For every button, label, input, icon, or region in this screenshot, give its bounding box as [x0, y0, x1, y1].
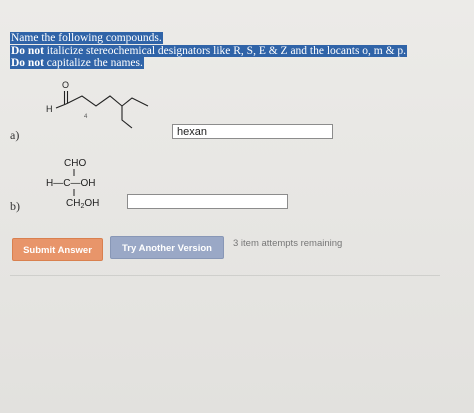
try-another-version-button[interactable]: Try Another Version — [110, 236, 224, 259]
instruction-line-3: Do not capitalize the names. — [10, 57, 430, 70]
structure-b-bottom: CH2OH — [66, 198, 99, 210]
attempts-remaining: 3 item attempts remaining — [233, 238, 343, 249]
instruction-line-2-bold: Do not — [11, 44, 44, 57]
submit-answer-button[interactable]: Submit Answer — [12, 238, 103, 261]
instruction-line-2: Do not italicize stereochemical designat… — [10, 44, 430, 58]
structure-b-bottom-prefix: CH — [66, 198, 80, 209]
question-page: Name the following compounds. Do not ita… — [0, 0, 474, 413]
answer-b-input[interactable] — [132, 195, 283, 208]
question-a-label: a) — [10, 128, 20, 142]
answer-a-field[interactable] — [172, 124, 333, 139]
instruction-line-3-bold: Do not — [11, 57, 44, 69]
structure-b-middle: H—C—OH — [46, 178, 95, 189]
instruction-line-1: Name the following compounds. — [10, 32, 163, 44]
structure-b: CHO H—C—OH CH2OH — [46, 158, 99, 210]
answer-b-field[interactable] — [127, 194, 288, 209]
instruction-line-3-text: capitalize the names. — [43, 57, 143, 69]
structure-b-top: CHO — [64, 158, 86, 169]
instructions: Name the following compounds. Do not ita… — [10, 32, 430, 70]
structure-a: O H 4 — [46, 80, 149, 129]
divider — [10, 275, 440, 276]
structure-a-locant: 4 — [84, 114, 88, 120]
structure-a-oxygen: O — [62, 80, 69, 90]
question-b-label: b) — [10, 199, 20, 213]
instruction-line-2-text: italicize stereochemical designators lik… — [43, 44, 407, 57]
structure-a-hydrogen: H — [46, 104, 53, 114]
structure-b-bottom-suffix: OH — [84, 198, 99, 209]
answer-a-input[interactable] — [177, 125, 328, 138]
